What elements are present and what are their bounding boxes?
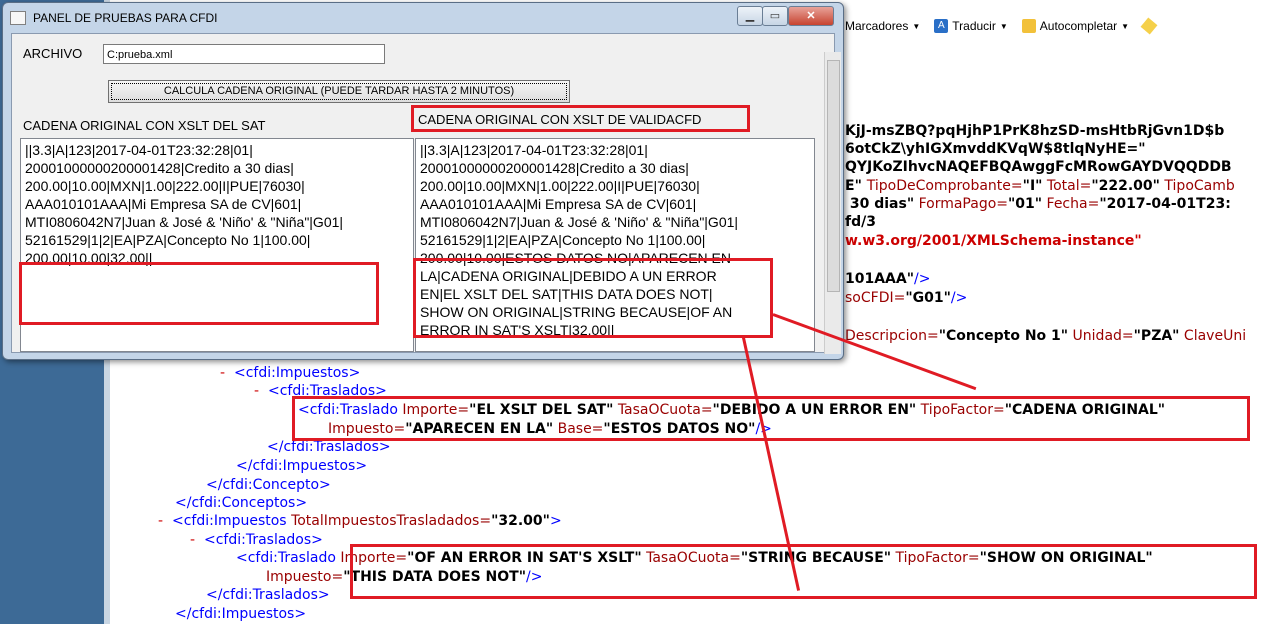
annotation-box-sat-missing [19, 262, 379, 325]
text-line: ||3.3|A|123|2017-04-01T23:32:28|01| [25, 142, 253, 158]
vertical-scrollbar[interactable] [824, 52, 841, 354]
text-line: 52161529|1|2|EA|PZA|Concepto No 1|100.00… [420, 232, 706, 248]
text-line: AAA010101AAA|Mi Empresa SA de CV|601| [25, 196, 302, 212]
xml-fragment-seal: KjJ-msZBQ?pqHjhP1PrK8hzSD-msHtbRjGvn1D$b [845, 123, 1225, 139]
xml-fragment-ns: fd/3 [845, 214, 876, 230]
collapse-toggle[interactable]: - [158, 513, 163, 529]
collapse-toggle[interactable]: - [220, 365, 225, 381]
text-line: ||3.3|A|123|2017-04-01T23:32:28|01| [420, 142, 648, 158]
xml-conceptos-close: </cfdi:Conceptos> [175, 495, 308, 511]
text-line: 52161529|1|2|EA|PZA|Concepto No 1|100.00… [25, 232, 311, 248]
xml-fragment-comprobante: E" TipoDeComprobante="I" Total="222.00" … [845, 178, 1235, 194]
collapse-toggle[interactable]: - [190, 532, 195, 548]
annotation-box-validacfd-extra [413, 258, 773, 338]
archivo-label: ARCHIVO [23, 46, 83, 61]
text-line: 20001000000200001428|Credito a 30 dias| [25, 160, 294, 176]
text-line: 200.00|10.00|MXN|1.00|222.00|I|PUE|76030… [25, 178, 305, 194]
text-line: MTI0806042N7|Juan & José & 'Niño' & "Niñ… [420, 214, 739, 230]
xml-fragment-usocfdi: soCFDI="G01"/> [845, 290, 968, 306]
text-line: MTI0806042N7|Juan & José & 'Niño' & "Niñ… [25, 214, 344, 230]
xml-fragment-seal2: 6otCkZ\yhIGXmvddKVqW$8tlqNyHE=" [845, 141, 1146, 157]
xml-fragment-concepto: Descripcion="Concepto No 1" Unidad="PZA"… [845, 328, 1247, 344]
maximize-button[interactable]: ▭ [762, 6, 788, 26]
dialog-titlebar[interactable]: PANEL DE PRUEBAS PARA CFDI ▁ ▭ ✕ [3, 3, 843, 31]
dialog-title: PANEL DE PRUEBAS PARA CFDI [33, 11, 218, 25]
text-line: 200.00|10.00|MXN|1.00|222.00|I|PUE|76030… [420, 178, 700, 194]
xml-fragment-schema-link[interactable]: w.w3.org/2001/XMLSchema-instance" [845, 232, 1142, 250]
minimize-button[interactable]: ▁ [737, 6, 763, 26]
app-icon [10, 11, 26, 25]
focus-ring [111, 83, 567, 100]
xml-fragment-rfc: 101AAA"/> [845, 271, 931, 287]
xml-fragment-fecha: 30 dias" FormaPago="01" Fecha="2017-04-0… [845, 196, 1231, 212]
xml-traslados2-open: - <cfdi:Traslados> [190, 532, 323, 548]
label-sat-xslt: CADENA ORIGINAL CON XSLT DEL SAT [23, 118, 266, 133]
annotation-box-traslado-2 [350, 544, 1257, 599]
scrollbar-thumb[interactable] [827, 60, 840, 292]
annotation-box-validacfd-label [411, 105, 750, 132]
xml-impuestos2-open: - <cfdi:Impuestos TotalImpuestosTraslada… [158, 513, 562, 529]
xml-impuestos2-close: </cfdi:Impuestos> [175, 606, 307, 622]
xml-traslados2-close: </cfdi:Traslados> [206, 587, 330, 603]
calculate-original-string-button[interactable]: CALCULA CADENA ORIGINAL (PUEDE TARDAR HA… [108, 80, 570, 103]
xml-concepto-close: </cfdi:Concepto> [206, 477, 331, 493]
xml-fragment-cert: QYJKoZIhvcNAQEFBQAwggFcMRowGAYDVQQDDB [845, 159, 1232, 175]
xml-impuestos-open: - <cfdi:Impuestos> [220, 365, 361, 381]
close-button[interactable]: ✕ [788, 6, 834, 26]
text-line: AAA010101AAA|Mi Empresa SA de CV|601| [420, 196, 697, 212]
archivo-input[interactable]: C:prueba.xml [103, 44, 385, 64]
annotation-box-traslado-1 [292, 396, 1250, 441]
text-line: 20001000000200001428|Credito a 30 dias| [420, 160, 689, 176]
xml-impuestos-close: </cfdi:Impuestos> [236, 458, 368, 474]
collapse-toggle[interactable]: - [254, 383, 259, 399]
